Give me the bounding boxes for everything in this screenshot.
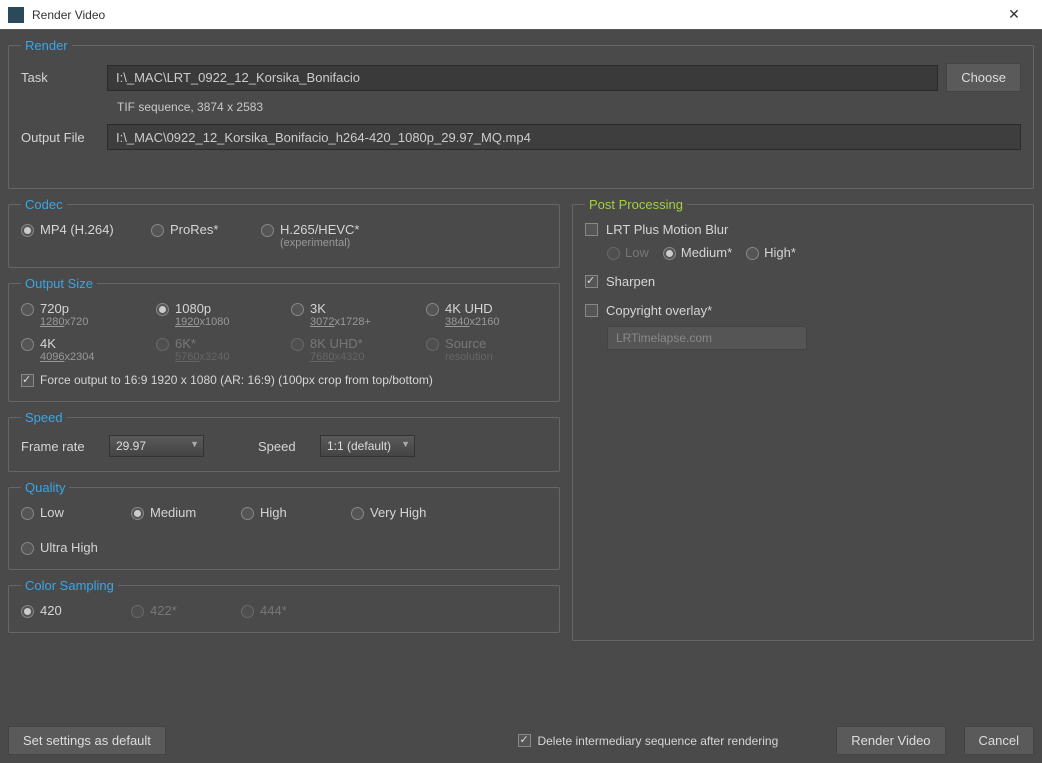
size-8kuhd: 8K UHD*7680x4320 xyxy=(291,336,412,363)
post-processing-legend: Post Processing xyxy=(585,197,687,212)
codec-prores[interactable]: ProRes* xyxy=(151,222,241,237)
task-input[interactable] xyxy=(107,65,938,91)
mb-high[interactable]: High* xyxy=(746,245,796,260)
mb-medium[interactable]: Medium* xyxy=(663,245,732,260)
output-input[interactable] xyxy=(107,124,1021,150)
radio-icon xyxy=(131,507,144,520)
size-4kuhd[interactable]: 4K UHD3840x2160 xyxy=(426,301,547,328)
titlebar: Render Video ✕ xyxy=(0,0,1042,30)
radio-icon xyxy=(291,303,304,316)
post-processing-group: Post Processing LRT Plus Motion Blur Low… xyxy=(572,197,1034,641)
copyright-check[interactable]: Copyright overlay* xyxy=(585,303,1021,318)
radio-icon xyxy=(261,224,274,237)
speed-label: Speed xyxy=(258,439,308,454)
size-3k[interactable]: 3K3072x1728+ xyxy=(291,301,412,328)
framerate-select[interactable]: 29.97 xyxy=(109,435,204,457)
radio-icon xyxy=(241,605,254,618)
codec-mp4[interactable]: MP4 (H.264) xyxy=(21,222,131,237)
quality-veryhigh[interactable]: Very High xyxy=(351,505,441,520)
color-sampling-group: Color Sampling 420 422* 444* xyxy=(8,578,560,633)
radio-icon xyxy=(21,542,34,555)
color-sampling-legend: Color Sampling xyxy=(21,578,118,593)
choose-button[interactable]: Choose xyxy=(946,63,1021,92)
radio-icon xyxy=(351,507,364,520)
framerate-label: Frame rate xyxy=(21,439,97,454)
radio-icon xyxy=(746,247,759,260)
radio-icon xyxy=(607,247,620,260)
radio-icon xyxy=(21,605,34,618)
render-group: Render Task Choose TIF sequence, 3874 x … xyxy=(8,38,1034,189)
codec-group: Codec MP4 (H.264) ProRes* H.265/HEVC*(ex… xyxy=(8,197,560,268)
cs-422: 422* xyxy=(131,603,221,618)
size-6k: 6K*5760x3240 xyxy=(156,336,277,363)
close-icon[interactable]: ✕ xyxy=(994,6,1034,23)
size-4k[interactable]: 4K4096x2304 xyxy=(21,336,142,363)
speed-group: Speed Frame rate 29.97 Speed 1:1 (defaul… xyxy=(8,410,560,472)
radio-icon xyxy=(156,338,169,351)
cs-444: 444* xyxy=(241,603,331,618)
radio-icon xyxy=(131,605,144,618)
output-size-group: Output Size 720p1280x720 1080p1920x1080 … xyxy=(8,276,560,402)
checkbox-icon xyxy=(518,734,531,747)
mb-low: Low xyxy=(607,245,649,260)
task-subtext: TIF sequence, 3874 x 2583 xyxy=(117,100,1021,114)
set-default-button[interactable]: Set settings as default xyxy=(8,726,166,755)
quality-group: Quality Low Medium High Very High Ultra … xyxy=(8,480,560,570)
output-size-legend: Output Size xyxy=(21,276,97,291)
quality-ultrahigh[interactable]: Ultra High xyxy=(21,540,111,555)
copyright-input[interactable] xyxy=(607,326,807,350)
radio-icon xyxy=(241,507,254,520)
quality-low[interactable]: Low xyxy=(21,505,111,520)
checkbox-icon xyxy=(585,275,598,288)
radio-icon xyxy=(291,338,304,351)
window-title: Render Video xyxy=(32,8,994,22)
quality-high[interactable]: High xyxy=(241,505,331,520)
app-icon xyxy=(8,7,24,23)
radio-icon xyxy=(426,338,439,351)
size-source: Sourceresolution xyxy=(426,336,547,363)
speed-select[interactable]: 1:1 (default) xyxy=(320,435,415,457)
radio-icon xyxy=(663,247,676,260)
size-1080p[interactable]: 1080p1920x1080 xyxy=(156,301,277,328)
speed-legend: Speed xyxy=(21,410,67,425)
quality-legend: Quality xyxy=(21,480,69,495)
quality-medium[interactable]: Medium xyxy=(131,505,221,520)
radio-icon xyxy=(426,303,439,316)
radio-icon xyxy=(21,303,34,316)
sharpen-check[interactable]: Sharpen xyxy=(585,274,1021,289)
cs-420[interactable]: 420 xyxy=(21,603,111,618)
radio-icon xyxy=(21,338,34,351)
radio-icon xyxy=(156,303,169,316)
checkbox-icon xyxy=(21,374,34,387)
output-label: Output File xyxy=(21,130,107,145)
checkbox-icon xyxy=(585,304,598,317)
radio-icon xyxy=(21,224,34,237)
force-169-check[interactable]: Force output to 16:9 1920 x 1080 (AR: 16… xyxy=(21,373,547,387)
task-label: Task xyxy=(21,70,107,85)
cancel-button[interactable]: Cancel xyxy=(964,726,1034,755)
delete-intermediary-check[interactable]: Delete intermediary sequence after rende… xyxy=(518,734,778,748)
codec-legend: Codec xyxy=(21,197,67,212)
size-720p[interactable]: 720p1280x720 xyxy=(21,301,142,328)
codec-hevc[interactable]: H.265/HEVC*(experimental) xyxy=(261,222,359,249)
render-video-button[interactable]: Render Video xyxy=(836,726,945,755)
render-legend: Render xyxy=(21,38,72,53)
radio-icon xyxy=(21,507,34,520)
checkbox-icon xyxy=(585,223,598,236)
motion-blur-check[interactable]: LRT Plus Motion Blur xyxy=(585,222,1021,237)
radio-icon xyxy=(151,224,164,237)
